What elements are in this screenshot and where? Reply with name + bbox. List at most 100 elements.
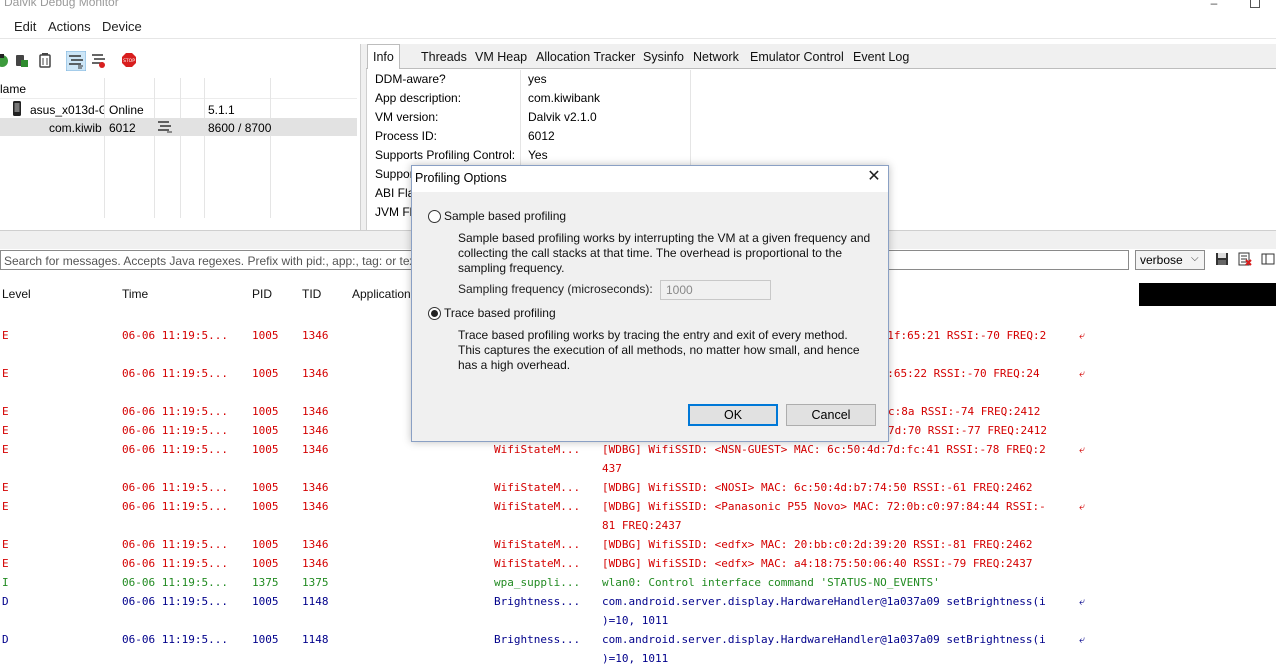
- log-level: E: [2, 405, 9, 418]
- clear-log-icon[interactable]: [1238, 252, 1252, 266]
- log-row[interactable]: E 06-06 11:19:5... 1005 1346 WifiStateM... [W…: [0, 481, 1276, 500]
- trace-profiling-label[interactable]: Trace based profiling: [444, 306, 556, 321]
- tab-vm-heap[interactable]: VM Heap: [470, 47, 532, 67]
- client-ports: 8600 / 8700: [208, 121, 272, 135]
- log-header-time[interactable]: Time: [122, 287, 148, 301]
- log-time: 06-06 11:19:5...: [122, 576, 228, 589]
- info-value: Dalvik v2.1.0: [528, 110, 597, 124]
- tab-sysinfo[interactable]: Sysinfo: [638, 47, 689, 67]
- sample-profiling-radio[interactable]: [428, 210, 441, 223]
- tab-network[interactable]: Network: [688, 47, 744, 67]
- svg-text:STOP: STOP: [123, 58, 135, 64]
- log-text: 1f:65:22 RSSI:-70 FREQ:24: [874, 367, 1040, 380]
- info-label: Process ID:: [375, 129, 438, 143]
- log-time: 06-06 11:19:5...: [122, 500, 228, 513]
- log-tid: 1346: [302, 424, 329, 437]
- title-bar: [0, 0, 1276, 14]
- tab-event-log[interactable]: Event Log: [848, 47, 914, 67]
- menu-edit[interactable]: Edit: [14, 19, 36, 34]
- log-time: 06-06 11:19:5...: [122, 329, 228, 342]
- log-header-pid[interactable]: PID: [252, 287, 272, 301]
- menu-actions[interactable]: Actions: [48, 19, 91, 34]
- log-pid: 1005: [252, 633, 279, 646]
- log-text: com.android.server.display.HardwareHandl…: [602, 633, 1046, 646]
- log-row[interactable]: E 06-06 11:19:5... 1005 1346 WifiStateM... [W…: [0, 500, 1276, 519]
- tab-threads[interactable]: Threads: [416, 47, 472, 67]
- log-tag: WifiStateM...: [494, 500, 581, 513]
- log-text: [WDBG] WifiSSID: <NOSI> MAC: 6c:50:4d:b7…: [602, 481, 1033, 494]
- log-row-continuation: 437: [0, 462, 1276, 481]
- info-value: Yes: [528, 148, 548, 162]
- info-label: Suppor: [375, 167, 414, 181]
- log-text: [WDBG] WifiSSID: <Panasonic P55 Novo> MA…: [602, 500, 1046, 513]
- log-text: 3:1f:65:21 RSSI:-70 FREQ:2: [874, 329, 1047, 342]
- log-level: E: [2, 424, 9, 437]
- log-header-text: [1139, 283, 1276, 306]
- tab-info[interactable]: Info: [367, 44, 400, 69]
- wrap-icon: ⤶: [1079, 633, 1086, 646]
- dump-hprof-icon[interactable]: [37, 52, 53, 68]
- log-pid: 1005: [252, 329, 279, 342]
- log-header-level[interactable]: Level: [2, 287, 31, 301]
- sample-profiling-label[interactable]: Sample based profiling: [444, 209, 566, 224]
- log-row[interactable]: D 06-06 11:19:5... 1005 1148 Brightness... co…: [0, 595, 1276, 614]
- log-text: [WDBG] WifiSSID: <NSN-GUEST> MAC: 6c:50:…: [602, 443, 1046, 456]
- log-pid: 1005: [252, 557, 279, 570]
- log-header-application[interactable]: Application: [352, 287, 411, 301]
- log-pid: 1005: [252, 595, 279, 608]
- log-tag: WifiStateM...: [494, 443, 581, 456]
- debug-icon[interactable]: [0, 52, 10, 68]
- log-row[interactable]: D 06-06 11:19:5... 1005 1148 Brightness... co…: [0, 633, 1276, 652]
- log-row-continuation: )=10, 1011: [0, 614, 1276, 633]
- menu-bar: [0, 14, 1276, 39]
- log-time: 06-06 11:19:5...: [122, 557, 228, 570]
- log-row[interactable]: E 06-06 11:19:5... 1005 1346 WifiStateM... [W…: [0, 557, 1276, 576]
- log-row[interactable]: E 06-06 11:19:5... 1005 1346 WifiStateM... [W…: [0, 538, 1276, 557]
- update-threads-icon[interactable]: [66, 51, 86, 71]
- stop-process-icon[interactable]: STOP: [121, 52, 137, 68]
- log-tid: 1148: [302, 633, 329, 646]
- log-text: wlan0: Control interface command 'STATUS…: [602, 576, 940, 589]
- log-tag: WifiStateM...: [494, 481, 581, 494]
- close-icon[interactable]: ✕: [865, 168, 883, 186]
- sampling-frequency-input[interactable]: 1000: [660, 280, 771, 300]
- log-pid: 1005: [252, 405, 279, 418]
- info-label: DDM-aware?: [375, 72, 446, 86]
- menu-device[interactable]: Device: [102, 19, 142, 34]
- update-heap-icon[interactable]: [13, 52, 29, 68]
- log-row[interactable]: I 06-06 11:19:5... 1375 1375 wpa_suppli... wl…: [0, 576, 1276, 595]
- cancel-button[interactable]: Cancel: [786, 404, 876, 426]
- radio-selected-dot: [431, 310, 438, 317]
- device-column-name: lame: [0, 82, 27, 96]
- vertical-splitter[interactable]: [360, 44, 367, 230]
- ok-button[interactable]: OK: [688, 404, 778, 426]
- log-header-tid[interactable]: TID: [302, 287, 321, 301]
- wrap-icon: ⤶: [1079, 367, 1086, 380]
- log-pid: 1005: [252, 481, 279, 494]
- maximize-icon[interactable]: [1250, 0, 1260, 8]
- device-toolbar: [0, 44, 360, 76]
- save-icon[interactable]: [1215, 252, 1229, 266]
- log-time: 06-06 11:19:5...: [122, 424, 228, 437]
- log-tid: 1346: [302, 538, 329, 551]
- start-method-profiling-icon[interactable]: [90, 52, 106, 68]
- device-status: Online: [109, 103, 144, 117]
- sampling-frequency-label: Sampling frequency (microseconds):: [458, 282, 653, 296]
- minimize-icon[interactable]: –: [1208, 0, 1220, 9]
- toggle-view-icon[interactable]: [1261, 252, 1275, 266]
- log-row[interactable]: E 06-06 11:19:5... 1005 1346 WifiStateM... [W…: [0, 443, 1276, 462]
- log-time: 06-06 11:19:5...: [122, 633, 228, 646]
- dialog-title: Profiling Options: [415, 171, 507, 185]
- tab-allocation-tracker[interactable]: Allocation Tracker: [531, 47, 640, 67]
- log-tid: 1346: [302, 329, 329, 342]
- log-text-continuation: )=10, 1011: [602, 614, 669, 627]
- tab-emulator-control[interactable]: Emulator Control: [745, 47, 849, 67]
- trace-desc-line: Trace based profiling works by tracing t…: [458, 328, 848, 342]
- log-text-continuation: 81 FREQ:2437: [602, 519, 682, 532]
- log-pid: 1005: [252, 367, 279, 380]
- log-text: com.android.server.display.HardwareHandl…: [602, 595, 1046, 608]
- log-time: 06-06 11:19:5...: [122, 405, 228, 418]
- log-level: E: [2, 500, 9, 513]
- wrap-icon: ⤶: [1079, 500, 1086, 513]
- sample-desc-line: sampling frequency.: [458, 261, 565, 275]
